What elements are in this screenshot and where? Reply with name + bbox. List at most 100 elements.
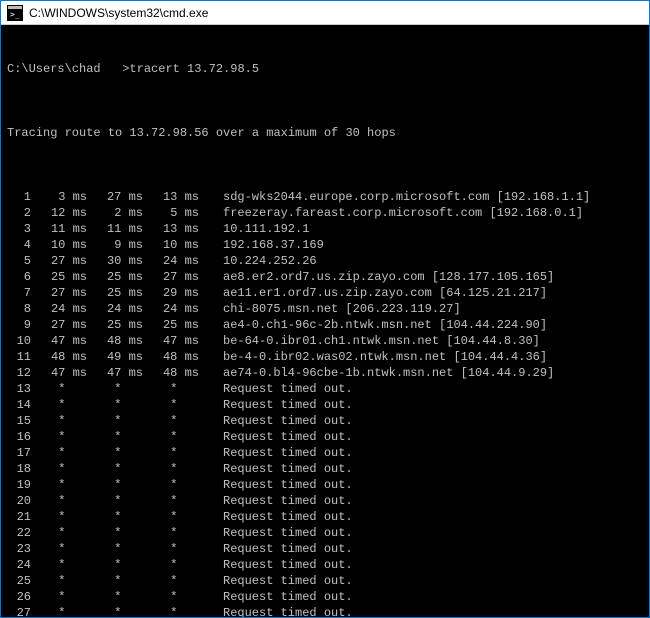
hop-row: 22* * * Request timed out. <box>7 525 643 541</box>
hop-number: 12 <box>7 365 31 381</box>
hop-host: Request timed out. <box>199 573 353 589</box>
hop-time-2: * <box>87 509 143 525</box>
hop-time-3: * <box>143 589 199 605</box>
hop-time-1: 11 ms <box>31 221 87 237</box>
hop-number: 8 <box>7 301 31 317</box>
hop-number: 9 <box>7 317 31 333</box>
hop-time-2: 25 ms <box>87 317 143 333</box>
hop-row: 1047 ms48 ms47 msbe-64-0.ibr01.ch1.ntwk.… <box>7 333 643 349</box>
hop-time-3: 29 ms <box>143 285 199 301</box>
hop-time-2: * <box>87 573 143 589</box>
hop-host: Request timed out. <box>199 461 353 477</box>
hop-host: 10.111.192.1 <box>199 221 309 237</box>
hop-host: 192.168.37.169 <box>199 237 324 253</box>
hop-time-3: * <box>143 557 199 573</box>
prompt-line: C:\Users\chad >tracert 13.72.98.5 <box>7 61 643 77</box>
hop-time-2: * <box>87 605 143 617</box>
hop-time-3: 24 ms <box>143 253 199 269</box>
hop-time-1: 27 ms <box>31 285 87 301</box>
hop-time-1: * <box>31 413 87 429</box>
hop-time-3: 48 ms <box>143 365 199 381</box>
hop-time-1: 27 ms <box>31 317 87 333</box>
hop-time-2: * <box>87 557 143 573</box>
hop-row: 25* * * Request timed out. <box>7 573 643 589</box>
hop-row: 13 ms27 ms13 mssdg-wks2044.europe.corp.m… <box>7 189 643 205</box>
hop-time-3: * <box>143 573 199 589</box>
hop-number: 10 <box>7 333 31 349</box>
hop-number: 7 <box>7 285 31 301</box>
hop-row: 212 ms2 ms5 msfreezeray.fareast.corp.mic… <box>7 205 643 221</box>
hop-time-3: * <box>143 525 199 541</box>
hop-time-2: 24 ms <box>87 301 143 317</box>
hop-time-1: 47 ms <box>31 333 87 349</box>
hop-number: 15 <box>7 413 31 429</box>
hop-row: 824 ms24 ms24 mschi-8075.msn.net [206.22… <box>7 301 643 317</box>
hop-row: 17* * * Request timed out. <box>7 445 643 461</box>
hop-time-2: 25 ms <box>87 269 143 285</box>
hop-host: 10.224.252.26 <box>199 253 317 269</box>
window-title: C:\WINDOWS\system32\cmd.exe <box>29 6 208 20</box>
hop-row: 24* * * Request timed out. <box>7 557 643 573</box>
hop-row: 16* * * Request timed out. <box>7 429 643 445</box>
hop-row: 311 ms11 ms13 ms10.111.192.1 <box>7 221 643 237</box>
hop-host: Request timed out. <box>199 381 353 397</box>
hop-number: 27 <box>7 605 31 617</box>
hop-time-3: 48 ms <box>143 349 199 365</box>
hop-host: Request timed out. <box>199 525 353 541</box>
hop-time-2: 2 ms <box>87 205 143 221</box>
cmd-icon: >_ <box>7 5 23 21</box>
hop-time-1: * <box>31 605 87 617</box>
hop-time-1: * <box>31 397 87 413</box>
hop-host: Request timed out. <box>199 605 353 617</box>
hop-time-3: 47 ms <box>143 333 199 349</box>
hop-host: Request timed out. <box>199 477 353 493</box>
hop-number: 20 <box>7 493 31 509</box>
hop-number: 22 <box>7 525 31 541</box>
hop-row: 19* * * Request timed out. <box>7 477 643 493</box>
titlebar[interactable]: >_ C:\WINDOWS\system32\cmd.exe <box>1 1 649 25</box>
hop-number: 19 <box>7 477 31 493</box>
hop-time-2: * <box>87 429 143 445</box>
hop-time-2: 30 ms <box>87 253 143 269</box>
hop-row: 23* * * Request timed out. <box>7 541 643 557</box>
hop-time-3: * <box>143 605 199 617</box>
hop-number: 3 <box>7 221 31 237</box>
hop-row: 927 ms25 ms25 msae4-0.ch1-96c-2b.ntwk.ms… <box>7 317 643 333</box>
hops-list: 13 ms27 ms13 mssdg-wks2044.europe.corp.m… <box>7 189 643 617</box>
hop-host: ae4-0.ch1-96c-2b.ntwk.msn.net [104.44.22… <box>199 317 547 333</box>
hop-row: 14* * * Request timed out. <box>7 397 643 413</box>
hop-time-1: * <box>31 589 87 605</box>
hop-time-1: * <box>31 477 87 493</box>
hop-number: 17 <box>7 445 31 461</box>
hop-host: Request timed out. <box>199 557 353 573</box>
hop-time-3: 10 ms <box>143 237 199 253</box>
svg-text:>_: >_ <box>10 10 20 19</box>
hop-time-3: 25 ms <box>143 317 199 333</box>
hop-number: 25 <box>7 573 31 589</box>
hop-time-1: 47 ms <box>31 365 87 381</box>
hop-row: 1247 ms47 ms48 msae74-0.bl4-96cbe-1b.ntw… <box>7 365 643 381</box>
hop-time-3: * <box>143 509 199 525</box>
hop-time-2: * <box>87 493 143 509</box>
hop-time-3: * <box>143 493 199 509</box>
trace-header: Tracing route to 13.72.98.56 over a maxi… <box>7 125 643 141</box>
hop-host: sdg-wks2044.europe.corp.microsoft.com [1… <box>199 189 590 205</box>
hop-time-2: * <box>87 397 143 413</box>
cmd-window: >_ C:\WINDOWS\system32\cmd.exe C:\Users\… <box>0 0 650 618</box>
hop-host: be-64-0.ibr01.ch1.ntwk.msn.net [104.44.8… <box>199 333 540 349</box>
hop-number: 26 <box>7 589 31 605</box>
hop-time-1: * <box>31 461 87 477</box>
hop-row: 13* * * Request timed out. <box>7 381 643 397</box>
hop-row: 21* * * Request timed out. <box>7 509 643 525</box>
hop-number: 4 <box>7 237 31 253</box>
hop-time-3: 13 ms <box>143 221 199 237</box>
hop-row: 27* * * Request timed out. <box>7 605 643 617</box>
hop-number: 24 <box>7 557 31 573</box>
hop-time-1: * <box>31 541 87 557</box>
hop-time-1: 10 ms <box>31 237 87 253</box>
hop-time-2: * <box>87 461 143 477</box>
hop-host: Request timed out. <box>199 429 353 445</box>
hop-time-1: * <box>31 381 87 397</box>
hop-host: Request timed out. <box>199 397 353 413</box>
terminal-output[interactable]: C:\Users\chad >tracert 13.72.98.5 Tracin… <box>1 25 649 617</box>
